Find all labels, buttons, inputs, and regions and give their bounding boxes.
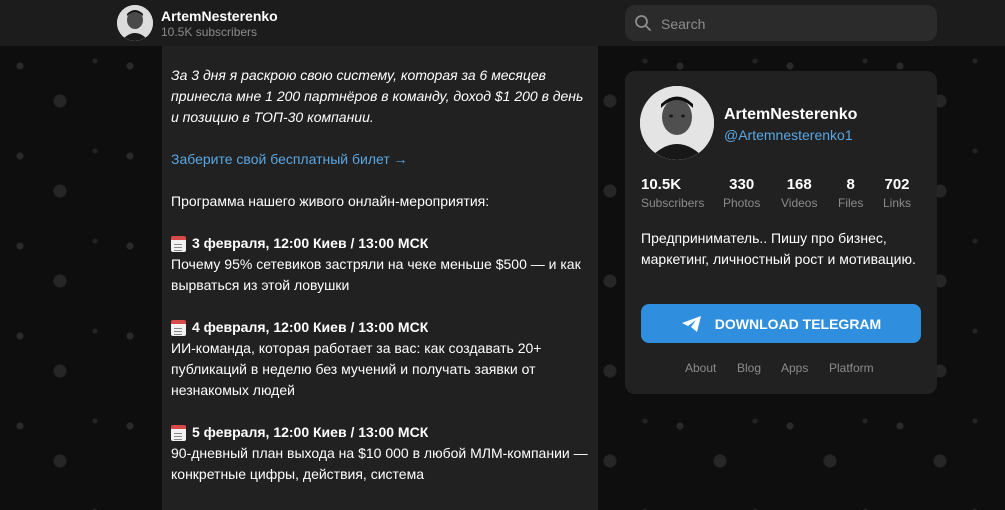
event-description: 90-дневный план выхода на $10 000 в любо…: [171, 445, 588, 482]
download-label: DOWNLOAD TELEGRAM: [714, 315, 882, 332]
free-ticket-link[interactable]: Заберите свой бесплатный билет →: [171, 149, 408, 170]
search-bar[interactable]: [625, 5, 937, 43]
program-title: Программа нашего живого онлайн-мероприят…: [171, 193, 490, 209]
top-bar: ArtemNesterenko 10.5K subscribers: [0, 0, 1005, 46]
event-date: 3 февраля, 12:00 Киев / 13:00 МСК: [192, 235, 429, 251]
message-post: За 3 дня я раскрою свою систему, которая…: [162, 46, 598, 510]
calendar-icon: [171, 319, 186, 336]
stat-photos: 330 Photos: [723, 176, 761, 210]
channel-info-card: ArtemNesterenko @Artemnesterenko1 10.5K …: [625, 71, 937, 394]
telegram-icon: [681, 315, 701, 332]
event-description: ИИ-команда, которая работает за вас: как…: [171, 340, 542, 398]
channel-description: Предприниматель.. Пишу про бизнес, марке…: [641, 230, 916, 267]
stat-links: 702 Links: [883, 176, 912, 210]
footer-link-apps[interactable]: Apps: [781, 361, 808, 375]
event-date: 5 февраля, 12:00 Киев / 13:00 МСК: [192, 424, 429, 440]
footer-link-about[interactable]: About: [685, 361, 716, 375]
calendar-icon: [171, 424, 186, 441]
channel-handle[interactable]: @Artemnesterenko1: [724, 127, 853, 143]
post-intro: За 3 дня я раскрою свою систему, которая…: [171, 67, 584, 125]
event-item: 4 февраля, 12:00 Киев / 13:00 МСК ИИ-ком…: [171, 317, 589, 401]
event-description: Почему 95% сетевиков застряли на чеке ме…: [171, 256, 581, 293]
channel-title: ArtemNesterenko: [161, 8, 278, 24]
search-icon: [635, 15, 651, 31]
footer-link-platform[interactable]: Platform: [829, 361, 874, 375]
event-item: 5 февраля, 12:00 Киев / 13:00 МСК 90-дне…: [171, 422, 589, 485]
stat-files: 8 Files: [838, 176, 864, 210]
footer-link-blog[interactable]: Blog: [737, 361, 761, 375]
event-item: 3 февраля, 12:00 Киев / 13:00 МСК Почему…: [171, 233, 589, 296]
search-input[interactable]: [659, 5, 933, 43]
stat-subscribers: 10.5K Subscribers: [641, 176, 705, 210]
channel-avatar: [640, 86, 714, 160]
calendar-icon: [171, 235, 186, 252]
stat-videos: 168 Videos: [781, 176, 818, 210]
card-channel-name: ArtemNesterenko: [724, 106, 858, 123]
subscriber-count: 10.5K subscribers: [161, 25, 258, 39]
download-telegram-button[interactable]: DOWNLOAD TELEGRAM: [641, 304, 921, 343]
avatar[interactable]: [117, 5, 153, 41]
event-date: 4 февраля, 12:00 Киев / 13:00 МСК: [192, 319, 429, 335]
